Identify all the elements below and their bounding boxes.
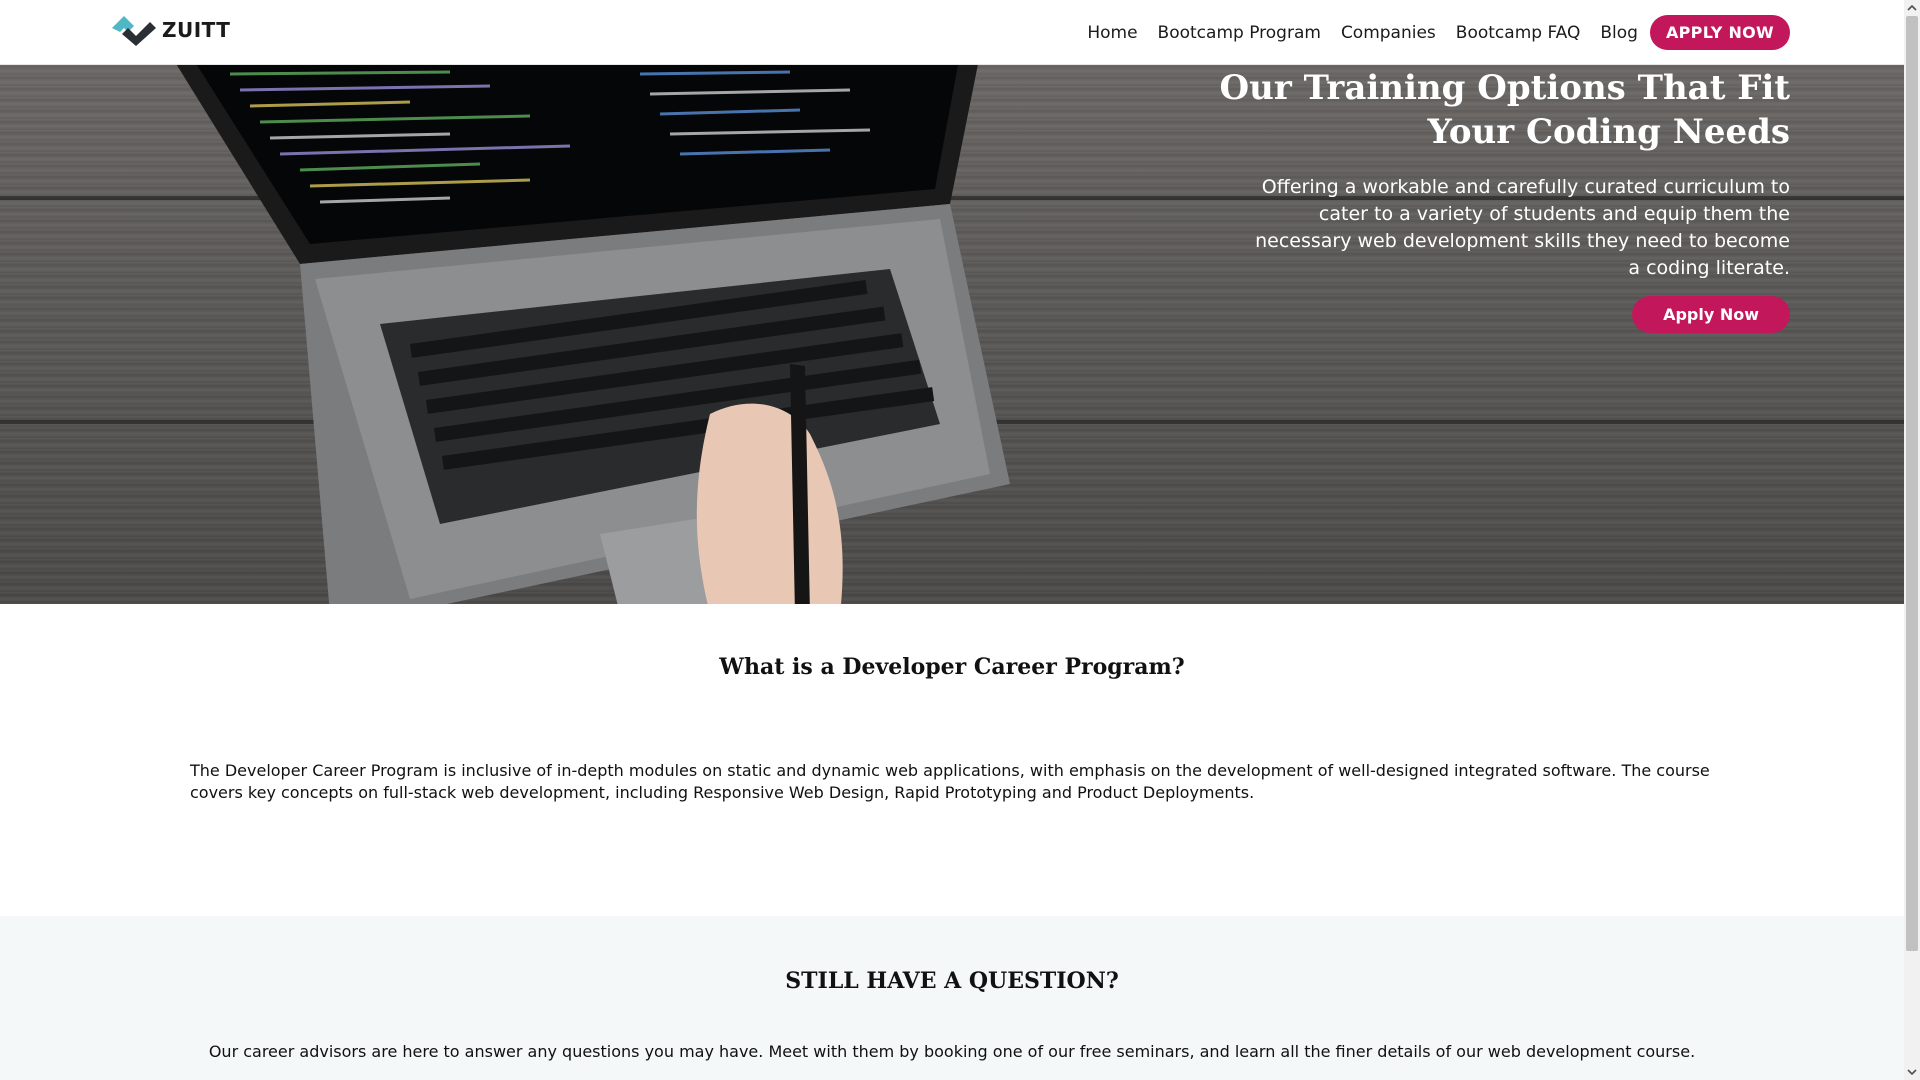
nav-bootcamp-program[interactable]: Bootcamp Program bbox=[1158, 23, 1321, 43]
hero-title: Our Training Options That Fit Your Codin… bbox=[1219, 68, 1790, 152]
nav-blog[interactable]: Blog bbox=[1600, 23, 1638, 43]
zuitt-logo[interactable]: ZUITT bbox=[110, 12, 230, 48]
question-title: STILL HAVE A QUESTION? bbox=[785, 968, 1119, 995]
question-body: Our career advisors are here to answer a… bbox=[208, 1042, 1696, 1061]
apply-now-hero-button[interactable]: Apply Now bbox=[1632, 296, 1790, 333]
section-title: What is a Developer Career Program? bbox=[719, 654, 1185, 681]
developer-program-section: What is a Developer Career Program? The … bbox=[0, 604, 1904, 916]
scrollbar-thumb[interactable] bbox=[1906, 16, 1918, 951]
nav-bootcamp-faq[interactable]: Bootcamp FAQ bbox=[1456, 23, 1581, 43]
zuitt-logo-icon bbox=[112, 16, 156, 46]
scroll-down-arrow-icon[interactable] bbox=[1904, 1064, 1920, 1080]
scroll-up-arrow-icon[interactable] bbox=[1904, 0, 1920, 16]
site-header: ZUITT Home Bootcamp Program Companies Bo… bbox=[0, 0, 1904, 65]
apply-now-nav-button[interactable]: APPLY NOW bbox=[1649, 15, 1790, 50]
main-nav: Home Bootcamp Program Companies Bootcamp… bbox=[1067, 15, 1790, 50]
hero-text: Our Training Options That Fit Your Codin… bbox=[1170, 64, 1790, 333]
page-scrollbar[interactable] bbox=[1904, 0, 1920, 1080]
question-section: STILL HAVE A QUESTION? Our career adviso… bbox=[0, 916, 1904, 1080]
nav-companies[interactable]: Companies bbox=[1341, 23, 1436, 43]
hero-banner: Our Training Options That Fit Your Codin… bbox=[0, 64, 1904, 604]
hero-subtitle: Offering a workable and carefully curate… bbox=[1255, 176, 1790, 279]
laptop-image bbox=[176, 64, 1010, 604]
logo-text: ZUITT bbox=[162, 18, 231, 42]
section-body: The Developer Career Program is inclusiv… bbox=[190, 761, 1710, 802]
nav-home[interactable]: Home bbox=[1087, 23, 1137, 43]
